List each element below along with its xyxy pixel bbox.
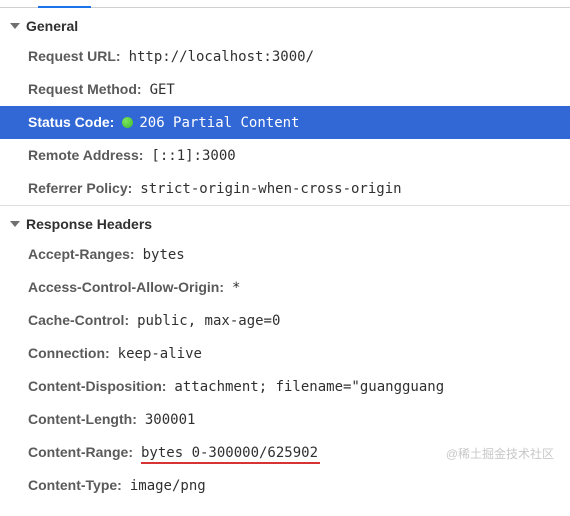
label: Status Code: (28, 112, 114, 132)
value: attachment; filename="guangguang (174, 377, 444, 397)
row-request-method: Request Method: GET (0, 73, 570, 106)
label: Content-Disposition: (28, 376, 166, 396)
row-content-range: Content-Range: bytes 0-300000/625902 (0, 436, 570, 469)
row-status-code: Status Code: 206 Partial Content (0, 106, 570, 139)
label: Cache-Control: (28, 310, 129, 330)
value: bytes 0-300000/625902 (141, 443, 318, 463)
row-accept-ranges: Accept-Ranges: bytes (0, 238, 570, 271)
chevron-down-icon (10, 23, 20, 29)
row-cache-control: Cache-Control: public, max-age=0 (0, 304, 570, 337)
value: strict-origin-when-cross-origin (140, 179, 401, 199)
row-content-length: Content-Length: 300001 (0, 403, 570, 436)
row-content-disposition: Content-Disposition: attachment; filenam… (0, 370, 570, 403)
label: Remote Address: (28, 145, 143, 165)
value: public, max-age=0 (137, 311, 280, 331)
label: Content-Length: (28, 409, 137, 429)
row-content-type: Content-Type: image/png (0, 469, 570, 502)
row-connection: Connection: keep-alive (0, 337, 570, 370)
status-dot-icon (122, 117, 133, 128)
label: Access-Control-Allow-Origin: (28, 277, 224, 297)
value: 206 Partial Content (122, 113, 299, 133)
section-title: General (26, 18, 78, 34)
label: Content-Type: (28, 475, 122, 495)
tab-bar (0, 0, 570, 8)
active-tab-indicator (38, 6, 91, 8)
value: GET (150, 80, 175, 100)
label: Request URL: (28, 46, 121, 66)
value: image/png (130, 476, 206, 496)
row-remote-address: Remote Address: [::1]:3000 (0, 139, 570, 172)
value: keep-alive (118, 344, 202, 364)
row-request-url: Request URL: http://localhost:3000/ (0, 40, 570, 73)
label: Accept-Ranges: (28, 244, 135, 264)
value: bytes (143, 245, 185, 265)
chevron-down-icon (10, 221, 20, 227)
row-acao: Access-Control-Allow-Origin: * (0, 271, 570, 304)
section-title: Response Headers (26, 216, 152, 232)
label: Content-Range: (28, 442, 133, 462)
section-general-header[interactable]: General (0, 8, 570, 40)
status-text: 206 Partial Content (139, 115, 299, 131)
value: 300001 (145, 410, 196, 430)
value: * (232, 278, 240, 298)
content-range-underlined: bytes 0-300000/625902 (141, 445, 318, 461)
value: http://localhost:3000/ (129, 47, 314, 67)
label: Referrer Policy: (28, 178, 132, 198)
value: [::1]:3000 (151, 146, 235, 166)
section-response-headers-header[interactable]: Response Headers (0, 206, 570, 238)
row-referrer-policy: Referrer Policy: strict-origin-when-cros… (0, 172, 570, 205)
label: Connection: (28, 343, 110, 363)
label: Request Method: (28, 79, 142, 99)
